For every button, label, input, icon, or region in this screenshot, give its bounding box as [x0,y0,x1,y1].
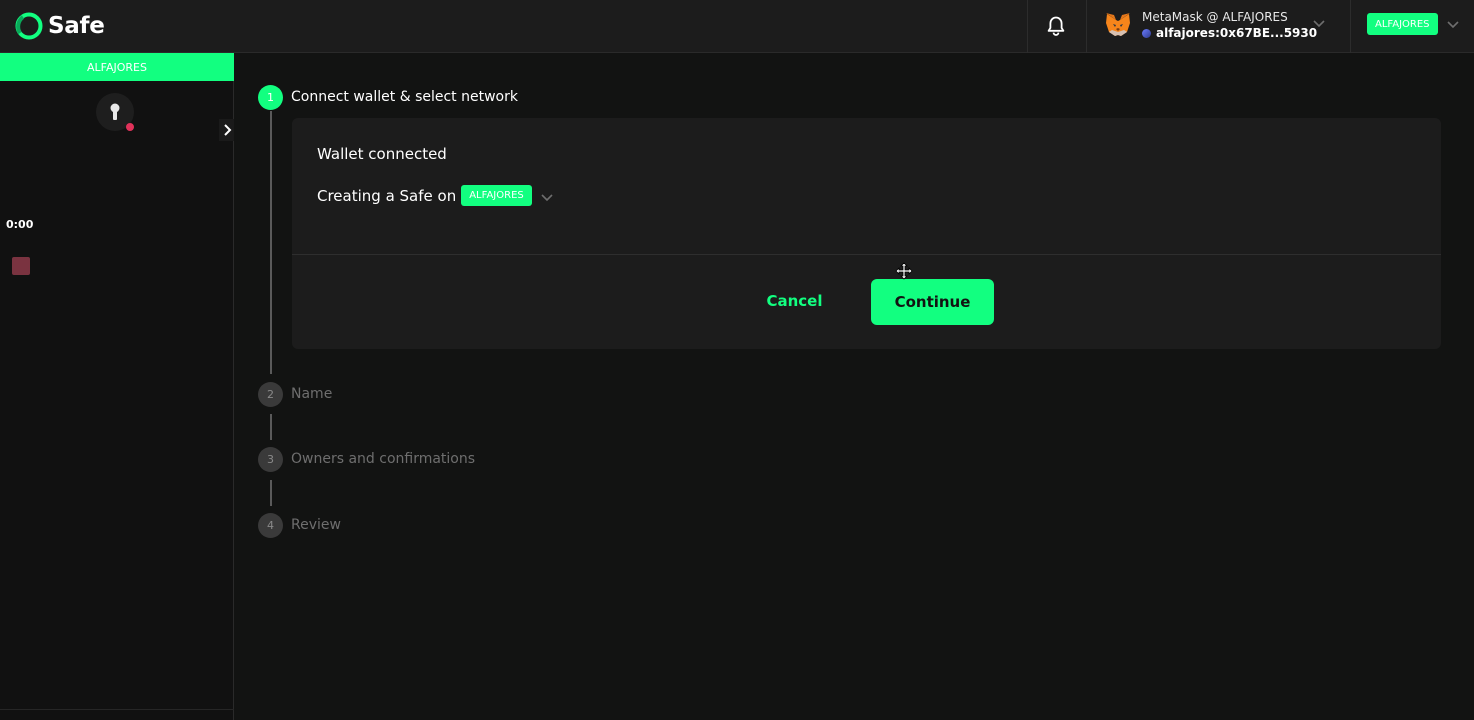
chain-badge[interactable]: ALFAJORES [461,185,532,206]
top-header: Safe MetaMask @ ALFAJORES alfajores:0x67… [0,0,1474,53]
step-3-label: Owners and confirmations [291,451,476,467]
bell-icon [1047,16,1065,36]
step-1-number: 1 [258,85,283,110]
card-divider [292,254,1441,255]
header-divider [1086,0,1087,53]
sidebar: ALFAJORES 0:00 [0,53,234,720]
disconnected-dot [126,123,134,131]
connect-wallet-card: Wallet connected Creating a Safe on ALFA… [292,118,1441,349]
sidebar-divider [0,709,234,710]
network-badge[interactable]: ALFAJORES [1367,13,1438,35]
step-2-number: 2 [258,382,283,407]
network-selector-row: Creating a Safe on ALFAJORES [317,185,555,206]
metamask-fox-icon [1106,13,1130,36]
chevron-down-icon[interactable] [1446,19,1460,29]
brand-name: Safe [48,13,105,39]
step-4-number: 4 [258,513,283,538]
step-1-label: Connect wallet & select network [291,89,518,105]
wallet-name: MetaMask @ ALFAJORES [1142,10,1288,24]
card-title: Wallet connected [317,145,447,163]
wallet-dropdown[interactable]: MetaMask @ ALFAJORES alfajores:0x67BE...… [1104,10,1329,44]
header-divider [1350,0,1351,53]
step-connector [270,414,272,440]
chevron-down-icon[interactable] [539,191,555,203]
step-3-number: 3 [258,447,283,472]
step-connector [270,111,272,374]
safe-logo-icon [15,12,43,40]
step-connector [270,480,272,506]
recording-timer: 0:00 [6,218,34,231]
move-cursor-icon [895,262,913,280]
step-2-label: Name [291,386,333,402]
stop-recording-button[interactable] [12,257,30,275]
step-4-label: Review [291,517,341,533]
sidebar-network-band: ALFAJORES [0,53,234,81]
wallet-address-text: alfajores:0x67BE...5930 [1156,26,1318,40]
header-divider [1027,0,1028,53]
address-identicon [1142,28,1151,38]
chevron-right-icon [223,124,231,136]
notifications-button[interactable] [1045,15,1067,41]
creating-safe-text: Creating a Safe on [317,186,457,205]
continue-button[interactable]: Continue [871,279,994,325]
sidebar-expand-button[interactable] [219,119,234,141]
safe-logo[interactable]: Safe [14,11,105,41]
wallet-address: alfajores:0x67BE...5930 [1142,26,1317,40]
chevron-down-icon [1313,20,1325,28]
cancel-button[interactable]: Cancel [752,282,837,320]
